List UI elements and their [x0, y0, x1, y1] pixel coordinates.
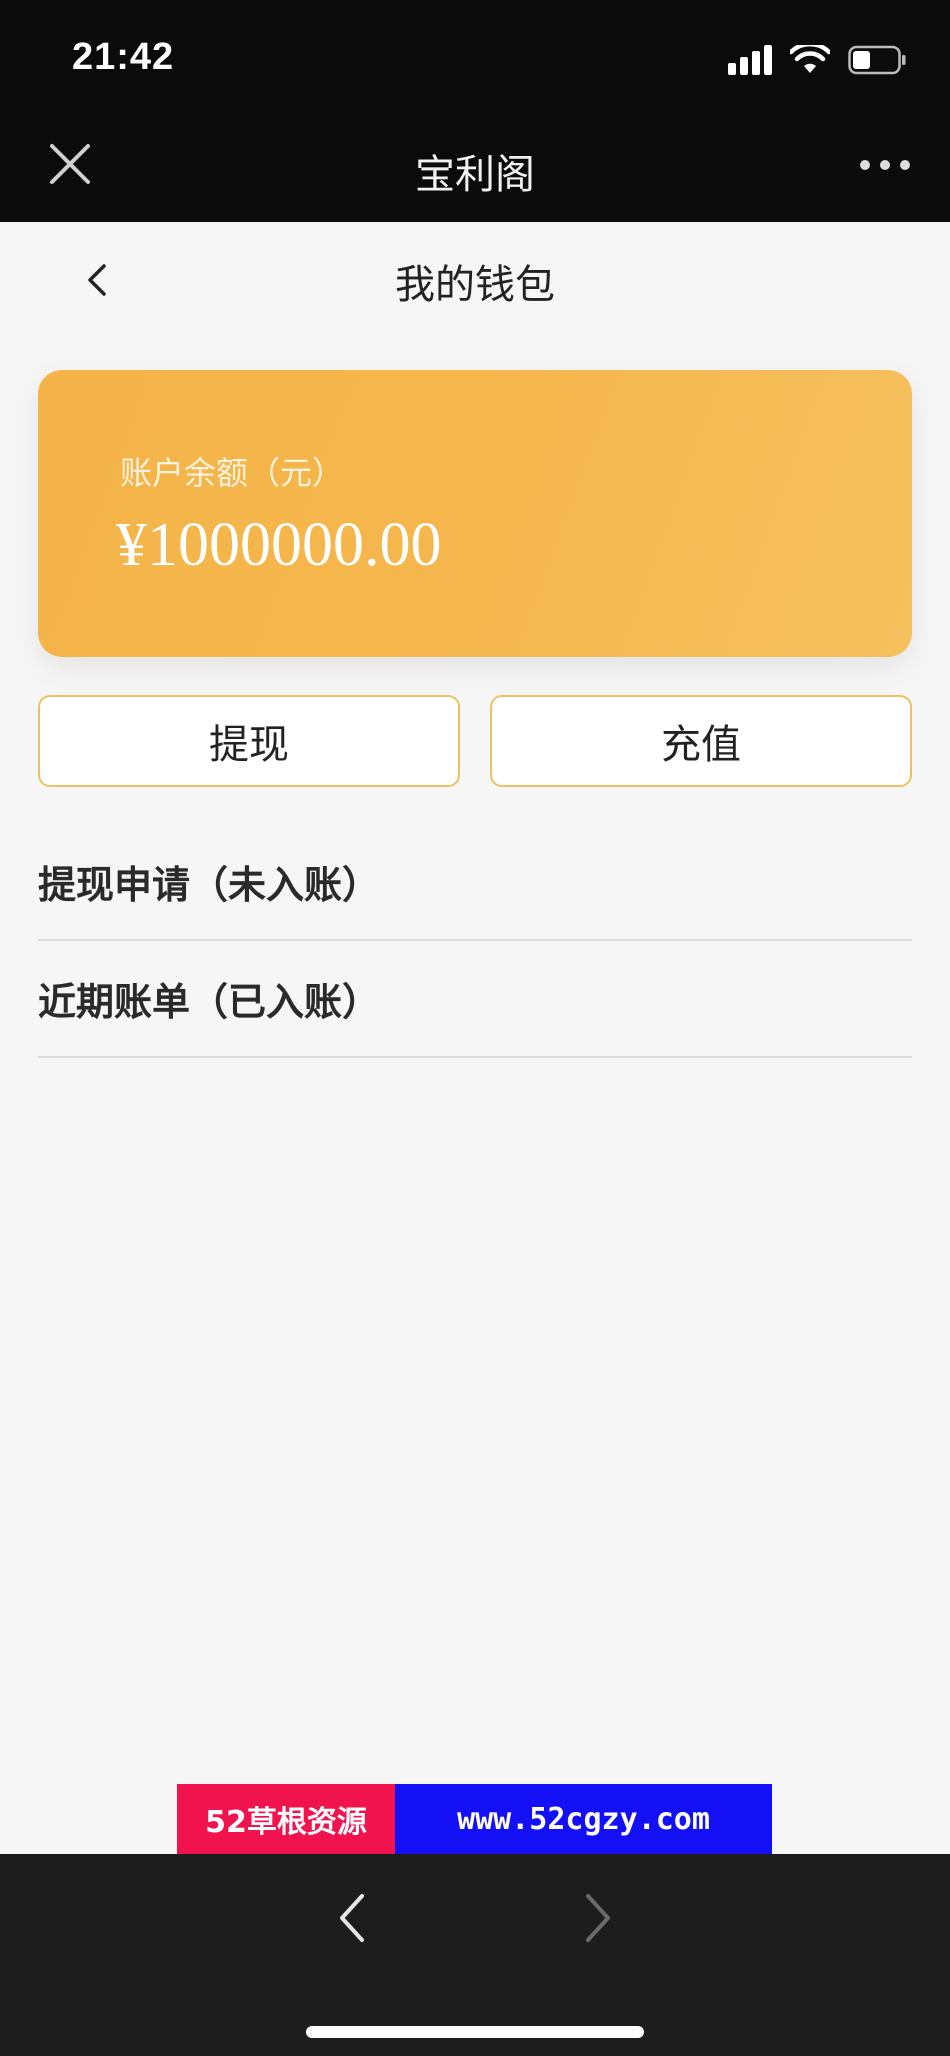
status-bar: 21:42	[0, 0, 950, 120]
promo-left-text: 52草根资源	[177, 1784, 395, 1854]
chevron-right-icon[interactable]	[580, 1890, 614, 1946]
list-item-recent-bills[interactable]: 近期账单（已入账）	[38, 941, 912, 1058]
status-time: 21:42	[72, 36, 175, 78]
signal-icon	[728, 45, 772, 75]
page-header: 我的钱包	[0, 222, 950, 334]
app-title: 宝利阁	[415, 152, 535, 198]
more-icon[interactable]	[860, 160, 910, 170]
recharge-button[interactable]: 充值	[490, 695, 912, 787]
balance-card: 账户余额（元） ¥1000000.00	[38, 370, 912, 657]
home-indicator	[306, 2026, 644, 2038]
balance-label: 账户余额（元）	[120, 454, 345, 492]
bottom-nav	[0, 1854, 950, 2056]
chevron-left-icon[interactable]	[336, 1890, 370, 1946]
balance-amount: ¥1000000.00	[116, 511, 442, 579]
promo-right-text: www.52cgzy.com	[395, 1784, 772, 1854]
list-item-withdraw-requests[interactable]: 提现申请（未入账）	[38, 824, 912, 941]
battery-icon	[848, 45, 906, 75]
status-icons	[728, 42, 906, 78]
wifi-icon	[790, 45, 830, 75]
list-item-label: 提现申请（未入账）	[38, 863, 381, 907]
withdraw-button[interactable]: 提现	[38, 695, 460, 787]
list-item-label: 近期账单（已入账）	[38, 980, 381, 1024]
promo-banner: 52草根资源 www.52cgzy.com	[177, 1784, 772, 1854]
page-title: 我的钱包	[395, 262, 555, 308]
title-bar: 宝利阁	[0, 120, 950, 222]
